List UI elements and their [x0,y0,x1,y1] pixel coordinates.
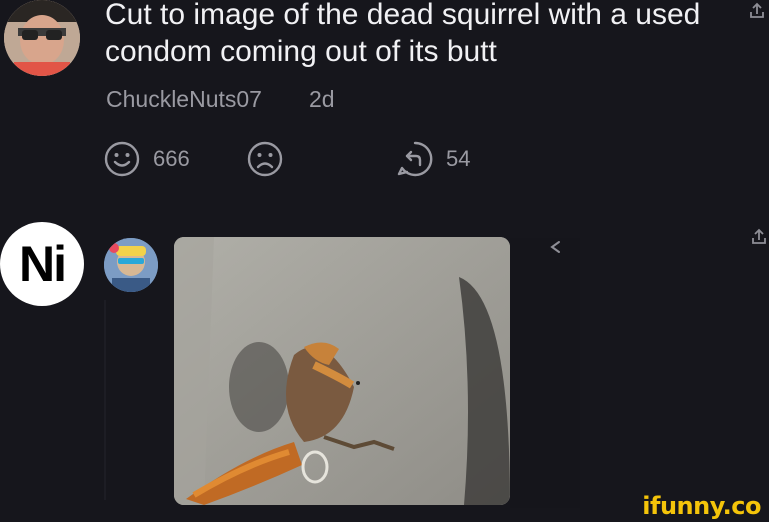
frown-icon [247,141,283,177]
reply-icon [397,141,433,177]
reply-share-icon[interactable] [750,228,768,246]
comment-text: Cut to image of the dead squirrel with a… [105,0,701,68]
reply-actions-area [510,238,580,508]
reply-avatar[interactable] [104,238,158,292]
ifunny-watermark: ifunny.co [642,492,761,520]
thread-line [104,300,106,500]
squirrel-photo [174,237,510,505]
commenter-avatar[interactable] [4,0,80,76]
replies-button[interactable]: 54 [396,140,470,178]
comment-timestamp: 2d [309,86,335,112]
avatar-image [104,238,158,292]
comment-username[interactable]: ChuckleNuts07 [106,86,262,113]
reply-count: 54 [446,146,471,171]
reply-image[interactable] [174,237,510,505]
share-icon[interactable] [748,2,766,20]
like-button[interactable]: 666 [103,140,190,178]
collapse-chevron-icon[interactable] [548,238,562,256]
avatar-image [4,0,80,76]
dislike-button[interactable] [246,140,284,178]
smile-icon [104,141,140,177]
like-count: 666 [153,146,190,171]
ni-badge-text: Ni [19,236,67,292]
ni-badge: Ni [0,222,84,306]
